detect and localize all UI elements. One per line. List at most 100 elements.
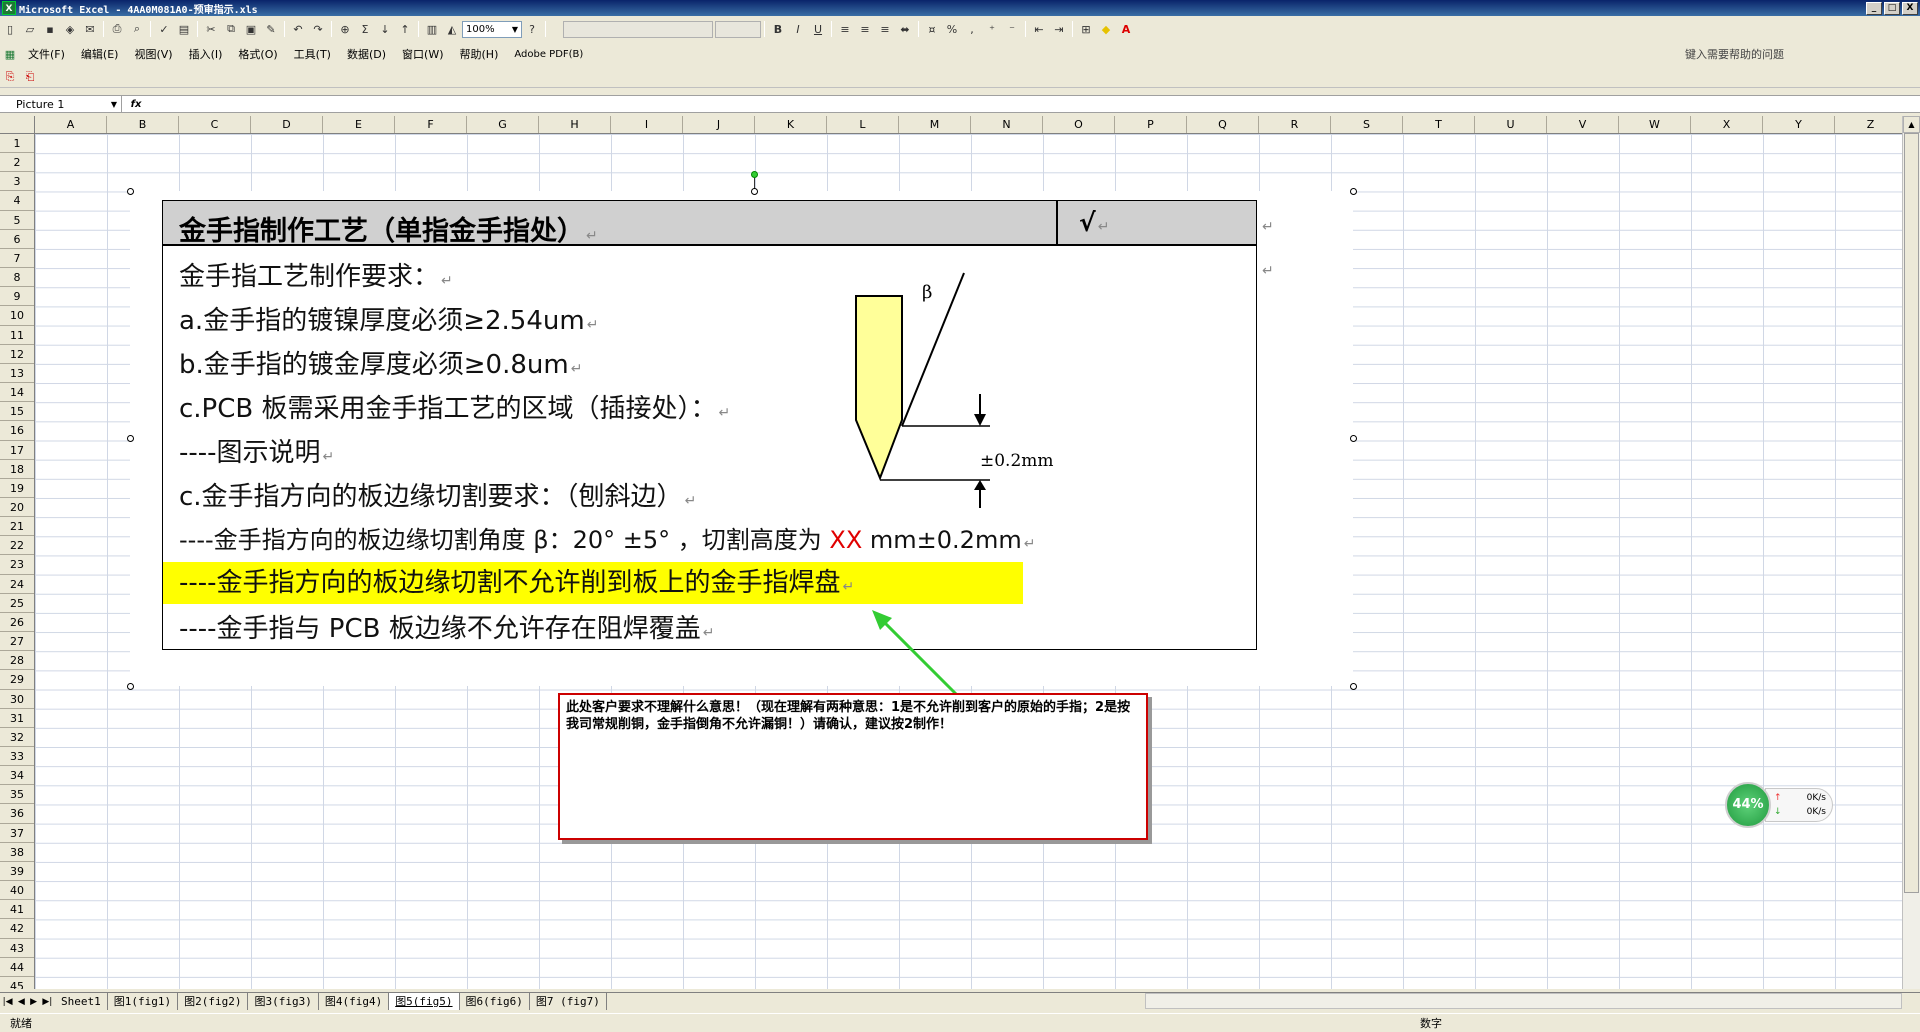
resize-handle-tr[interactable]	[1350, 188, 1357, 195]
cpu-percent[interactable]: 44%	[1725, 782, 1771, 828]
menu-data[interactable]: 数据(D)	[339, 46, 394, 62]
column-header-a[interactable]: A	[35, 116, 107, 133]
row-header-19[interactable]: 19	[0, 479, 34, 498]
row-header-37[interactable]: 37	[0, 824, 34, 843]
row-header-5[interactable]: 5	[0, 211, 34, 230]
increase-indent-icon[interactable]: ⇥	[1050, 20, 1068, 38]
column-header-u[interactable]: U	[1475, 116, 1547, 133]
row-header-9[interactable]: 9	[0, 287, 34, 307]
hyperlink-icon[interactable]: ⊕	[336, 20, 354, 38]
column-header-b[interactable]: B	[107, 116, 179, 133]
menu-edit[interactable]: 编辑(E)	[73, 46, 127, 62]
pdf-email-icon[interactable]: ⎗	[21, 68, 39, 86]
research-icon[interactable]: ▤	[175, 20, 193, 38]
italic-icon[interactable]: I	[789, 20, 807, 38]
sheet-tab[interactable]: 图5(fig5)	[389, 993, 460, 1010]
print-preview-icon[interactable]: ⌕	[128, 20, 146, 38]
workbook-icon[interactable]: ▦	[1, 45, 19, 63]
sheet-tab[interactable]: 图4(fig4)	[319, 993, 390, 1010]
open-icon[interactable]: ▱	[21, 20, 39, 38]
align-left-icon[interactable]: ≡	[836, 20, 854, 38]
column-header-l[interactable]: L	[827, 116, 899, 133]
row-header-20[interactable]: 20	[0, 498, 34, 518]
row-header-40[interactable]: 40	[0, 881, 34, 901]
row-header-28[interactable]: 28	[0, 651, 34, 671]
undo-icon[interactable]: ↶	[289, 20, 307, 38]
column-header-q[interactable]: Q	[1187, 116, 1259, 133]
column-header-s[interactable]: S	[1331, 116, 1403, 133]
row-header-24[interactable]: 24	[0, 575, 34, 594]
resize-handle-left[interactable]	[127, 435, 134, 442]
column-header-i[interactable]: I	[611, 116, 683, 133]
minimize-button[interactable]: _	[1866, 1, 1882, 15]
row-header-32[interactable]: 32	[0, 728, 34, 747]
row-header-26[interactable]: 26	[0, 613, 34, 633]
fx-icon[interactable]: fx	[122, 99, 150, 110]
resize-handle-br[interactable]	[1350, 683, 1357, 690]
last-sheet-icon[interactable]: ▶|	[42, 997, 52, 1007]
column-header-w[interactable]: W	[1619, 116, 1691, 133]
row-header-14[interactable]: 14	[0, 383, 34, 403]
underline-icon[interactable]: U	[809, 20, 827, 38]
help-search-input[interactable]: 键入需要帮助的问题	[1685, 46, 1860, 62]
network-monitor-widget[interactable]: ↑ 0K/s ↓ 0K/s 44%	[1725, 782, 1835, 828]
menu-tools[interactable]: 工具(T)	[286, 46, 339, 62]
copy-icon[interactable]: ⧉	[222, 20, 240, 38]
autosum-icon[interactable]: Σ	[356, 20, 374, 38]
row-header-17[interactable]: 17	[0, 441, 34, 460]
column-header-h[interactable]: H	[539, 116, 611, 133]
column-header-p[interactable]: P	[1115, 116, 1187, 133]
permission-icon[interactable]: ◈	[61, 20, 79, 38]
paste-icon[interactable]: ▣	[242, 20, 260, 38]
formula-input[interactable]	[150, 96, 1920, 112]
row-header-31[interactable]: 31	[0, 709, 34, 728]
scroll-thumb[interactable]	[1904, 133, 1919, 893]
row-header-36[interactable]: 36	[0, 804, 34, 824]
column-header-f[interactable]: F	[395, 116, 467, 133]
pdf-convert-icon[interactable]: ⎘	[1, 68, 19, 86]
row-header-1[interactable]: 1	[0, 134, 34, 154]
column-header-m[interactable]: M	[899, 116, 971, 133]
menu-insert[interactable]: 插入(I)	[181, 46, 231, 62]
column-header-y[interactable]: Y	[1763, 116, 1835, 133]
column-header-v[interactable]: V	[1547, 116, 1619, 133]
row-header-10[interactable]: 10	[0, 306, 34, 326]
font-size-dropdown[interactable]	[715, 20, 761, 38]
row-header-44[interactable]: 44	[0, 958, 34, 977]
menu-window[interactable]: 窗口(W)	[394, 46, 451, 62]
row-header-43[interactable]: 43	[0, 939, 34, 958]
close-button[interactable]: X	[1902, 1, 1918, 15]
resize-handle-tl[interactable]	[127, 188, 134, 195]
row-header-4[interactable]: 4	[0, 191, 34, 211]
menu-view[interactable]: 视图(V)	[126, 46, 180, 62]
email-icon[interactable]: ✉	[81, 20, 99, 38]
rotation-handle[interactable]	[751, 171, 758, 178]
column-header-c[interactable]: C	[179, 116, 251, 133]
sheet-tab[interactable]: 图3(fig3)	[248, 993, 319, 1010]
column-header-t[interactable]: T	[1403, 116, 1475, 133]
row-header-18[interactable]: 18	[0, 460, 34, 479]
sheet-tab[interactable]: 图6(fig6)	[460, 993, 530, 1010]
redo-icon[interactable]: ↷	[309, 20, 327, 38]
align-right-icon[interactable]: ≡	[876, 20, 894, 38]
spelling-icon[interactable]: ✓	[155, 20, 173, 38]
row-header-41[interactable]: 41	[0, 900, 34, 920]
column-header-x[interactable]: X	[1691, 116, 1763, 133]
sort-descending-icon[interactable]: ↑	[396, 20, 414, 38]
font-name-dropdown[interactable]	[563, 20, 713, 38]
sheet-tab[interactable]: Sheet1	[55, 993, 108, 1010]
row-header-12[interactable]: 12	[0, 345, 34, 364]
vertical-scrollbar[interactable]: ▲	[1902, 116, 1920, 989]
row-header-7[interactable]: 7	[0, 249, 34, 269]
row-header-25[interactable]: 25	[0, 594, 34, 613]
row-header-11[interactable]: 11	[0, 326, 34, 345]
row-header-6[interactable]: 6	[0, 230, 34, 249]
increase-decimal-icon[interactable]: ⁺	[983, 20, 1001, 38]
column-header-d[interactable]: D	[251, 116, 323, 133]
row-header-13[interactable]: 13	[0, 364, 34, 384]
horizontal-scrollbar[interactable]	[1145, 993, 1902, 1009]
first-sheet-icon[interactable]: |◀	[3, 997, 13, 1007]
cut-icon[interactable]: ✂	[202, 20, 220, 38]
row-header-3[interactable]: 3	[0, 172, 34, 192]
row-header-29[interactable]: 29	[0, 670, 34, 690]
